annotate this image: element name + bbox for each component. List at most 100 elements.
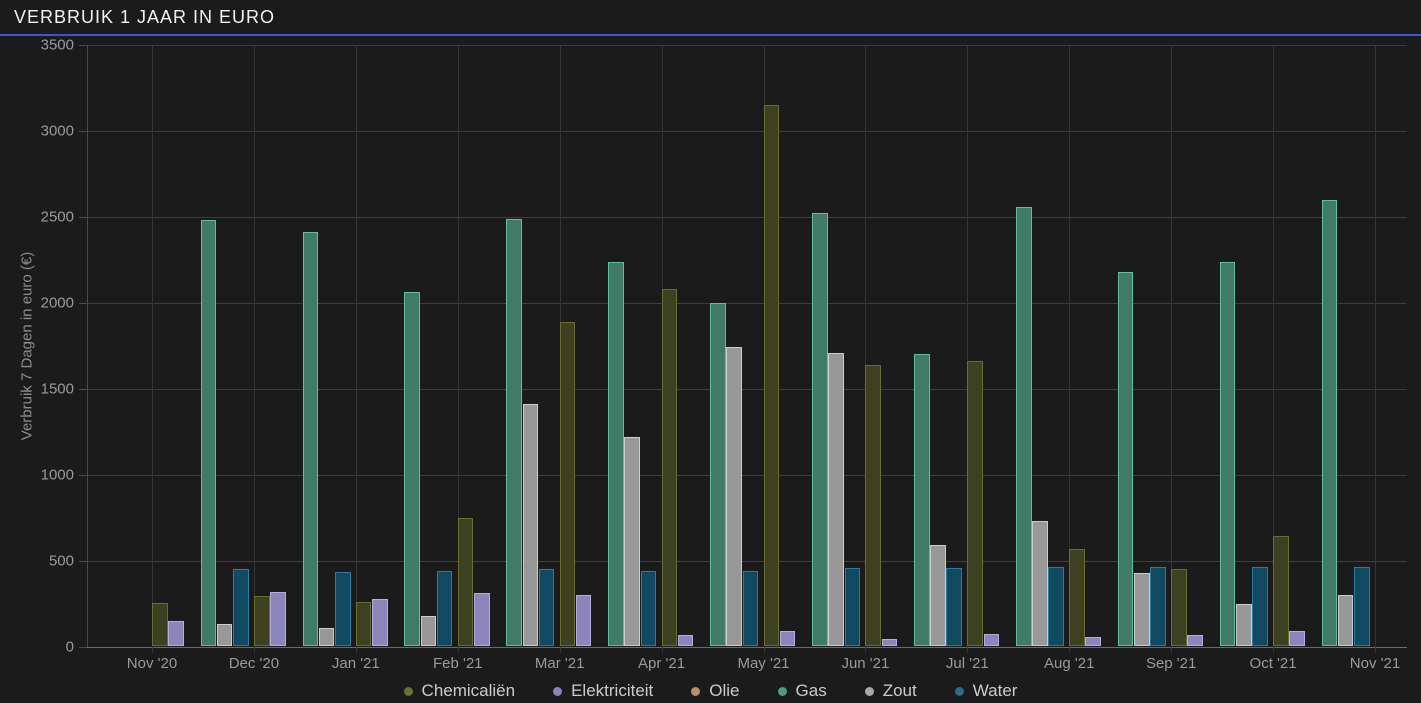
bar-chemicaliën-0[interactable] (152, 603, 168, 647)
bar-chart: 0500100015002000250030003500Nov '20Dec '… (0, 36, 1421, 703)
bar-elektriciteit-2[interactable] (372, 599, 388, 646)
legend-item-zout[interactable]: Zout (865, 681, 917, 701)
bar-gas-8[interactable] (1016, 207, 1032, 647)
bar-zout-0[interactable] (217, 624, 233, 646)
bar-chemicaliën-6[interactable] (764, 105, 780, 646)
legend-dot-icon (778, 687, 787, 696)
bar-chemicaliën-5[interactable] (662, 289, 678, 646)
bar-elektriciteit-5[interactable] (678, 635, 694, 646)
bar-zout-3[interactable] (523, 404, 539, 646)
bar-elektriciteit-9[interactable] (1085, 637, 1101, 646)
bar-gas-7[interactable] (914, 354, 930, 646)
bar-zout-1[interactable] (319, 628, 335, 647)
bar-water-9[interactable] (1150, 567, 1166, 647)
bar-zout-2[interactable] (421, 616, 437, 647)
bar-elektriciteit-0[interactable] (168, 621, 184, 647)
y-axis-tick (79, 561, 87, 562)
legend-item-elektriciteit[interactable]: Elektriciteit (553, 681, 653, 701)
legend-item-gas[interactable]: Gas (778, 681, 827, 701)
bar-elektriciteit-1[interactable] (270, 592, 286, 647)
legend-item-chemicaliën[interactable]: Chemicaliën (404, 681, 516, 701)
y-axis-tick (79, 303, 87, 304)
y-gridline (87, 561, 1407, 562)
bar-chemicaliën-8[interactable] (967, 361, 983, 646)
consumption-chart-page: VERBRUIK 1 JAAR IN EURO 0500100015002000… (0, 0, 1421, 703)
bar-water-1[interactable] (335, 572, 351, 647)
bar-chemicaliën-9[interactable] (1069, 549, 1085, 647)
bar-gas-11[interactable] (1322, 200, 1338, 647)
bar-gas-10[interactable] (1220, 262, 1236, 647)
bar-zout-11[interactable] (1338, 595, 1354, 647)
bar-gas-3[interactable] (506, 219, 522, 647)
y-gridline (87, 131, 1407, 132)
x-axis-label: Aug '21 (1044, 655, 1094, 672)
y-gridline (87, 45, 1407, 46)
page-title: VERBRUIK 1 JAAR IN EURO (14, 7, 275, 28)
bar-elektriciteit-6[interactable] (780, 631, 796, 646)
bar-zout-8[interactable] (1032, 521, 1048, 646)
legend-item-water[interactable]: Water (955, 681, 1018, 701)
bar-water-3[interactable] (539, 569, 555, 646)
bar-elektriciteit-7[interactable] (882, 639, 898, 647)
bar-gas-1[interactable] (303, 232, 319, 646)
bar-water-0[interactable] (233, 569, 249, 646)
bar-elektriciteit-11[interactable] (1289, 631, 1305, 646)
bar-chemicaliën-11[interactable] (1273, 536, 1289, 647)
bar-chemicaliën-2[interactable] (356, 602, 372, 647)
y-axis-tick-label: 3500 (14, 37, 74, 54)
bar-gas-4[interactable] (608, 262, 624, 647)
bar-zout-6[interactable] (828, 353, 844, 646)
bar-gas-6[interactable] (812, 213, 828, 646)
legend-label: Water (973, 681, 1018, 701)
bar-zout-5[interactable] (726, 347, 742, 647)
bar-elektriciteit-3[interactable] (474, 593, 490, 646)
bar-chemicaliën-3[interactable] (458, 518, 474, 647)
y-axis-tick-label: 1000 (14, 466, 74, 483)
bar-zout-7[interactable] (930, 545, 946, 646)
bar-gas-0[interactable] (201, 220, 217, 646)
bar-elektriciteit-10[interactable] (1187, 635, 1203, 646)
legend-dot-icon (553, 687, 562, 696)
y-axis-tick (79, 45, 87, 46)
x-axis-label: Oct '21 (1250, 655, 1297, 672)
bar-water-8[interactable] (1048, 567, 1064, 646)
bar-water-4[interactable] (641, 571, 657, 647)
legend-dot-icon (691, 687, 700, 696)
y-axis-tick-label: 2500 (14, 208, 74, 225)
bar-water-6[interactable] (845, 568, 861, 646)
bar-water-7[interactable] (946, 568, 962, 646)
bar-water-10[interactable] (1252, 567, 1268, 647)
legend-dot-icon (865, 687, 874, 696)
bar-water-11[interactable] (1354, 567, 1370, 647)
legend-label: Gas (796, 681, 827, 701)
chart-legend: Chemicaliën Elektriciteit Olie Gas Zout Water (0, 681, 1421, 701)
y-gridline (87, 217, 1407, 218)
x-axis-label: Nov '21 (1350, 655, 1400, 672)
legend-item-olie[interactable]: Olie (691, 681, 739, 701)
bar-gas-5[interactable] (710, 303, 726, 647)
y-axis-tick (79, 131, 87, 132)
bar-chemicaliën-10[interactable] (1171, 569, 1187, 646)
bar-water-2[interactable] (437, 571, 453, 647)
bar-zout-4[interactable] (624, 437, 640, 647)
bar-elektriciteit-8[interactable] (984, 634, 1000, 647)
y-axis-tick (79, 475, 87, 476)
bar-zout-9[interactable] (1134, 573, 1150, 646)
bar-chemicaliën-7[interactable] (865, 365, 881, 647)
y-axis-tick (79, 647, 87, 648)
legend-dot-icon (404, 687, 413, 696)
bar-gas-2[interactable] (404, 292, 420, 646)
x-axis-label: Apr '21 (638, 655, 685, 672)
y-gridline (87, 475, 1407, 476)
bar-chemicaliën-1[interactable] (254, 596, 270, 647)
bar-chemicaliën-4[interactable] (560, 322, 576, 647)
x-axis-label: May '21 (737, 655, 789, 672)
bar-gas-9[interactable] (1118, 272, 1134, 647)
bar-elektriciteit-4[interactable] (576, 595, 592, 647)
x-axis-label: Dec '20 (229, 655, 279, 672)
bar-zout-10[interactable] (1236, 604, 1252, 646)
x-axis-label: Feb '21 (433, 655, 483, 672)
bar-water-5[interactable] (743, 571, 759, 647)
y-axis-tick-label: 3000 (14, 122, 74, 139)
x-gridline (254, 45, 255, 653)
